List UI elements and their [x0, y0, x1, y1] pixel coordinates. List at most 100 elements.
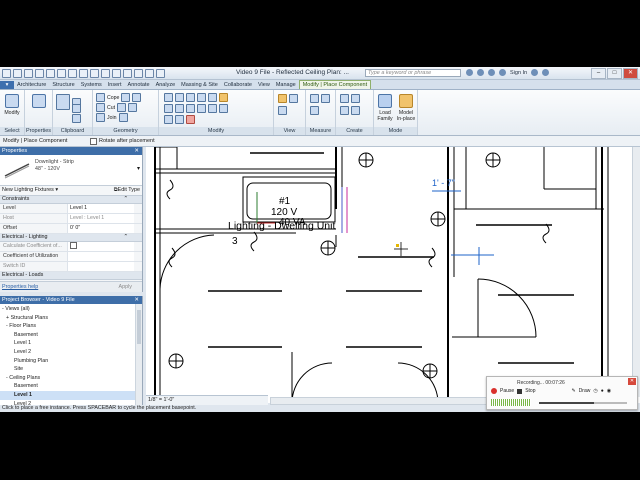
tree-node[interactable]: + Structural Plans [0, 314, 142, 323]
override-graphics-icon[interactable] [278, 106, 287, 115]
property-value[interactable] [67, 242, 134, 251]
rotate-after-placement-checkbox[interactable]: Rotate after placement [90, 136, 155, 146]
tag-icon[interactable] [90, 69, 99, 78]
paint-icon[interactable] [128, 103, 138, 112]
measure-distance-icon[interactable] [310, 94, 319, 103]
pin-icon[interactable] [219, 93, 228, 102]
property-value[interactable]: Level 1 [67, 204, 134, 213]
sign-in-link[interactable]: Sign In [510, 70, 527, 76]
type-selector[interactable]: Downlight - Strip 48" - 120V ▾ [0, 155, 142, 186]
minimize-button[interactable]: – [591, 68, 606, 79]
browser-scrollbar[interactable] [135, 304, 142, 412]
demolish-icon[interactable] [118, 113, 128, 122]
tab-view[interactable]: View [255, 81, 273, 89]
user-icon[interactable] [499, 69, 506, 76]
open-icon[interactable] [13, 69, 22, 78]
property-row-calc-coefficient[interactable]: Calculate Coefficient of... [0, 242, 142, 252]
tree-node[interactable]: Basement [0, 382, 142, 391]
print-icon[interactable] [57, 69, 66, 78]
app-menu-icon[interactable] [2, 69, 11, 78]
star-icon[interactable] [488, 69, 495, 76]
tab-systems[interactable]: Systems [78, 81, 105, 89]
cut-tool-icon[interactable] [96, 103, 105, 112]
match-type-icon[interactable] [72, 114, 81, 123]
create-assembly-icon[interactable] [340, 94, 349, 103]
cut-geometry-icon[interactable] [121, 93, 131, 102]
hide-icon[interactable] [289, 94, 298, 103]
close-icon[interactable]: ✕ [628, 378, 636, 385]
property-row-host[interactable]: Host Level : Level 1 [0, 214, 142, 224]
pause-button[interactable]: Pause [500, 388, 514, 394]
split-icon[interactable] [208, 93, 217, 102]
reflected-ceiling-plan[interactable]: 1' - 7" #1 120 V 40 VA Lighting - Dwelli… [146, 147, 640, 403]
property-value[interactable] [67, 252, 134, 261]
properties-help-link[interactable]: Properties help [2, 282, 38, 292]
bulb-icon[interactable] [278, 94, 287, 103]
chevron-up-icon[interactable]: ⌃ [123, 234, 128, 241]
constraints-section[interactable]: Constraints ⌃ [0, 196, 142, 204]
move-icon[interactable] [164, 104, 173, 113]
file-tab[interactable]: ▾ [0, 81, 14, 89]
property-row-offset[interactable]: Offset 0' 0" [0, 224, 142, 234]
save-icon[interactable] [24, 69, 33, 78]
checkbox-icon[interactable] [70, 242, 77, 249]
dimension-icon[interactable] [310, 106, 319, 115]
canvas-horizontal-scrollbar[interactable] [270, 397, 490, 405]
draw-button[interactable]: Draw [579, 388, 591, 394]
screen-recorder-widget[interactable]: Recording... 00:07:26 ✕ Pause Stop ✎ Dra… [486, 376, 638, 410]
tree-node[interactable]: - Ceiling Plans [0, 374, 142, 383]
tab-analyze[interactable]: Analyze [153, 81, 179, 89]
tree-node[interactable]: Site [0, 365, 142, 374]
redo-icon[interactable] [46, 69, 55, 78]
3d-view-icon[interactable] [112, 69, 121, 78]
chevron-down-icon[interactable]: ▾ [137, 165, 140, 172]
tab-structure[interactable]: Structure [49, 81, 77, 89]
array-icon[interactable] [208, 104, 217, 113]
tree-node[interactable]: - Views (all) [0, 305, 142, 314]
copy-icon[interactable] [72, 104, 81, 113]
cope-label[interactable]: Cope [107, 95, 119, 101]
chevron-down-icon[interactable]: ▾ [55, 187, 58, 193]
join-label[interactable]: Join [107, 115, 117, 121]
tree-node[interactable]: Level 1 [0, 390, 142, 400]
checkbox-icon[interactable] [90, 137, 97, 145]
close-windows-icon[interactable] [145, 69, 154, 78]
split-face-icon[interactable] [117, 103, 127, 112]
modify-button[interactable]: Modify [1, 93, 23, 123]
aligned-dimension-icon[interactable] [79, 69, 88, 78]
search-input[interactable]: Type a keyword or phrase [365, 69, 461, 77]
trim-extend-icon[interactable] [164, 115, 173, 124]
properties-button[interactable] [28, 93, 50, 123]
align-icon[interactable] [164, 93, 173, 102]
tab-annotate[interactable]: Annotate [125, 81, 153, 89]
maximize-button[interactable]: □ [607, 68, 622, 79]
property-row-switch-id[interactable]: Switch ID [0, 262, 142, 272]
property-row-coefficient[interactable]: Coefficient of Utilization [0, 252, 142, 262]
section-icon[interactable] [123, 69, 132, 78]
room-label[interactable]: Lighting - Dwelling Unit [228, 220, 335, 232]
wall-joins-icon[interactable] [132, 93, 142, 102]
close-button[interactable]: ✕ [623, 68, 638, 79]
offset-icon[interactable] [175, 93, 184, 102]
measure-icon[interactable] [68, 69, 77, 78]
view-control-bar[interactable]: 1/8" = 1'-0" [146, 395, 268, 405]
tab-architecture[interactable]: Architecture [14, 81, 49, 89]
microphone-icon[interactable]: ● [601, 388, 604, 394]
select-panel-label[interactable]: Select [0, 127, 24, 135]
tab-modify-place-component[interactable]: Modify | Place Component [298, 80, 372, 89]
tree-node[interactable]: Basement [0, 331, 142, 340]
instance-filter[interactable]: New Lighting Fixtures ▾ ⧉Edit Type [0, 186, 142, 196]
tree-node[interactable]: Level 1 [0, 339, 142, 348]
copy-element-icon[interactable] [175, 104, 184, 113]
split-gap-icon[interactable] [175, 115, 184, 124]
delete-icon[interactable] [186, 115, 195, 124]
volume-slider[interactable] [539, 402, 627, 404]
tab-manage[interactable]: Manage [273, 81, 299, 89]
webcam-icon[interactable]: ◉ [607, 388, 611, 394]
trim-icon[interactable] [197, 104, 206, 113]
subscription-icon[interactable] [477, 69, 484, 76]
chevron-up-icon[interactable]: ⌃ [123, 196, 128, 203]
rotate-icon[interactable] [186, 104, 195, 113]
stop-button[interactable]: Stop [525, 388, 535, 394]
join-icon[interactable] [96, 113, 105, 122]
